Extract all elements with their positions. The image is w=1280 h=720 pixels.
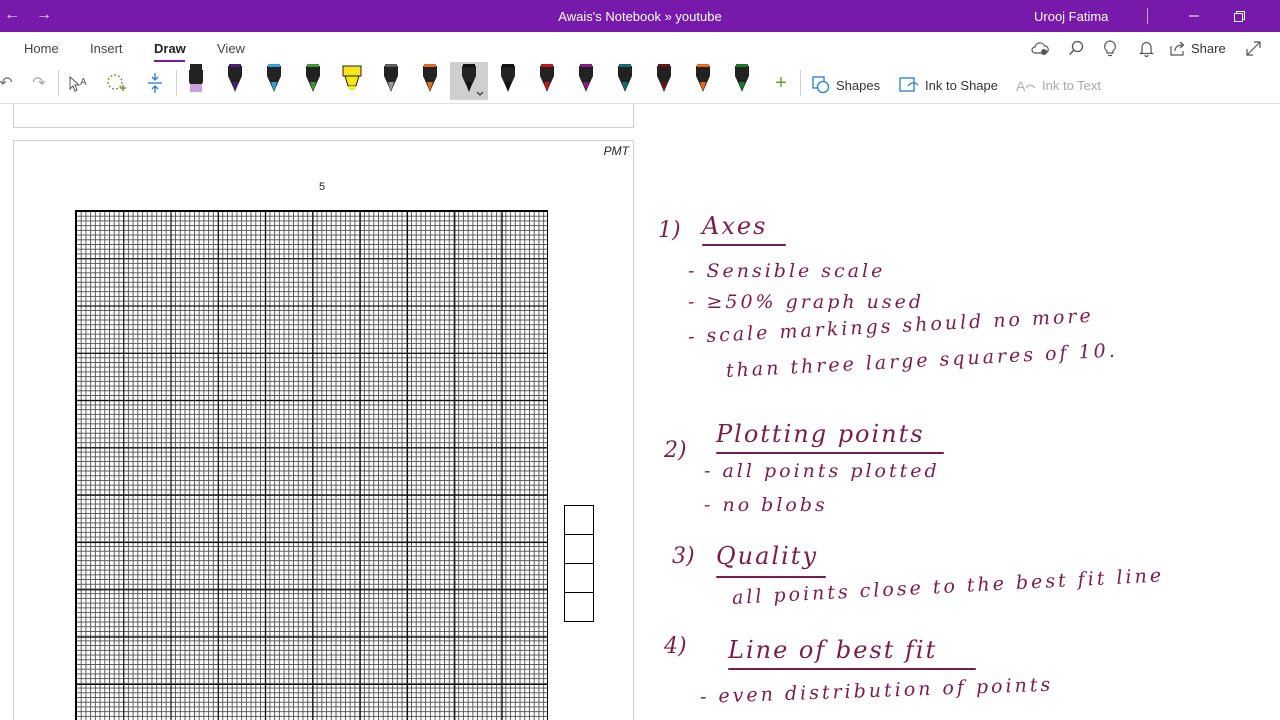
sync-cloud-icon[interactable] [1030, 38, 1050, 58]
toolbar-separator [800, 70, 801, 96]
ink-to-text-icon: A [1016, 78, 1036, 94]
page-number: 5 [319, 181, 326, 193]
ink-to-shape-icon [899, 77, 919, 92]
ribbon-tabs: Home Insert Draw View [0, 32, 1280, 63]
mark-box [564, 505, 594, 535]
share-icon [1170, 41, 1185, 56]
svg-text:A: A [1016, 78, 1026, 94]
pen-dark-green[interactable] [730, 62, 754, 96]
lasso-select-icon[interactable] [104, 70, 128, 96]
note-2-bullet-1[interactable]: - all points plotted [704, 460, 940, 482]
note-2-underline [716, 452, 944, 454]
page-header: PMT [603, 144, 629, 158]
mark-box [564, 592, 594, 622]
minimize-button[interactable] [1180, 5, 1208, 27]
note-4-bullet-1[interactable]: - even distribution of points [700, 674, 1054, 708]
pen-red[interactable] [535, 62, 559, 96]
note-3-bullet-1[interactable]: all points close to the best fit line [731, 564, 1164, 609]
mark-boxes [564, 505, 594, 622]
tab-view[interactable]: View [217, 41, 245, 56]
pen-orange[interactable] [418, 62, 442, 96]
add-space-icon[interactable] [143, 70, 167, 96]
note-2-number[interactable]: 2) [664, 438, 687, 463]
shapes-label: Shapes [836, 77, 881, 93]
shapes-icon [812, 76, 830, 94]
note-3-heading[interactable]: Quality [716, 542, 818, 570]
share-label: Share [1191, 40, 1226, 56]
note-1-bullet-1[interactable]: - Sensible scale [688, 260, 885, 282]
redo-icon[interactable]: ↷ [27, 70, 51, 96]
draw-toolbar: ↶ ↷ A + Shapes Ink to Shape A Ink to Tex… [0, 62, 1280, 104]
share-button[interactable]: Share [1170, 38, 1226, 58]
ink-to-shape-label: Ink to Shape [925, 77, 998, 93]
tab-insert[interactable]: Insert [90, 41, 123, 56]
type-select-icon[interactable]: A [66, 70, 90, 96]
pen-dark-red[interactable] [652, 62, 676, 96]
pasted-exam-page[interactable]: PMT 5 [13, 140, 634, 720]
note-1-heading[interactable]: Axes [702, 212, 767, 240]
bell-icon[interactable] [1136, 38, 1156, 58]
mark-box [564, 563, 594, 593]
previous-page-fragment [13, 104, 634, 128]
ink-to-shape-button[interactable]: Ink to Shape [899, 76, 998, 94]
pen-black-selected[interactable] [450, 62, 488, 100]
pen-green[interactable] [301, 62, 325, 96]
toolbar-separator [176, 70, 177, 96]
title-bar: ← → Awais's Notebook » youtube Urooj Fat… [0, 0, 1280, 32]
expand-icon[interactable] [1243, 38, 1263, 58]
mark-box [564, 534, 594, 564]
tab-home[interactable]: Home [24, 41, 59, 56]
pen-magenta[interactable] [574, 62, 598, 96]
note-1-underline [702, 244, 786, 246]
search-icon[interactable] [1066, 38, 1086, 58]
note-1-bullet-3b[interactable]: than three large squares of 10. [725, 339, 1118, 381]
note-3-number[interactable]: 3) [672, 544, 695, 569]
highlighter-pen-1[interactable] [184, 62, 208, 96]
note-2-bullet-2[interactable]: - no blobs [704, 494, 828, 516]
toolbar-separator [58, 70, 59, 96]
lightbulb-icon[interactable] [1100, 38, 1120, 58]
title-separator [1147, 8, 1148, 24]
pen-purple[interactable] [223, 62, 247, 96]
user-name[interactable]: Urooj Fatima [1034, 9, 1108, 24]
add-pen-icon[interactable]: + [769, 70, 793, 96]
note-4-heading[interactable]: Line of best fit [728, 636, 937, 664]
pen-orange-2[interactable] [691, 62, 715, 96]
note-4-underline [728, 668, 976, 670]
pencil-gray[interactable] [379, 62, 403, 96]
notebook-canvas[interactable]: PMT 5 1) Axes - Sensible scale - ≥50% gr… [0, 104, 1280, 720]
pen-blue[interactable] [262, 62, 286, 96]
tab-draw[interactable]: Draw [154, 41, 186, 56]
highlighter-yellow[interactable] [340, 62, 364, 96]
shapes-button[interactable]: Shapes [812, 76, 880, 94]
ink-to-text-label: Ink to Text [1042, 77, 1102, 93]
undo-icon[interactable]: ↶ [0, 70, 18, 96]
pen-teal[interactable] [613, 62, 637, 96]
note-3-underline [716, 576, 826, 578]
ink-to-text-button[interactable]: A Ink to Text [1016, 76, 1102, 95]
note-2-heading[interactable]: Plotting points [716, 420, 925, 448]
svg-text:A: A [80, 77, 87, 88]
note-1-number[interactable]: 1) [658, 218, 681, 243]
pen-black[interactable] [496, 62, 520, 96]
note-4-number[interactable]: 4) [664, 634, 687, 659]
note-1-bullet-2[interactable]: - ≥50% graph used [688, 291, 924, 313]
restore-button[interactable] [1225, 5, 1253, 27]
graph-paper-grid [75, 210, 548, 720]
